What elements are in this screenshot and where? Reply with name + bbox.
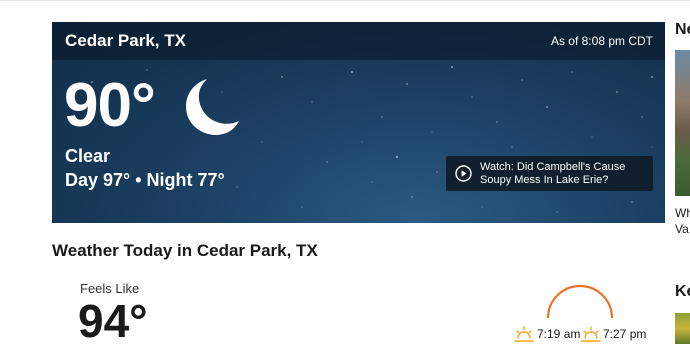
sidebar-news-thumbnail[interactable] [675,50,690,196]
weather-today-heading: Weather Today in Cedar Park, TX [52,241,318,260]
feels-like-label: Feels Like [80,281,140,296]
current-temperature: 90° [64,71,156,140]
sidebar-section-thumbnail[interactable] [675,313,690,344]
condition-text: Clear [65,146,111,166]
top-divider [0,0,690,1]
sidebar-news-headline-line-1: Wh [675,206,690,220]
play-icon [455,165,472,182]
video-promo-card[interactable]: Watch: Did Campbell's Cause Soupy Mess I… [446,156,653,191]
sidebar-news-heading: Ne [675,21,690,38]
moon-icon [185,79,239,135]
sun-arc-icon [546,284,614,319]
sunset-icon [581,326,601,342]
location-title: Cedar Park, TX [65,31,186,50]
day-night-temps: Day 97° • Night 77° [65,170,225,190]
video-title-line-1: Watch: Did Campbell's Cause [480,161,626,173]
sidebar-section-heading: Ke [675,283,690,300]
sunrise-icon [514,326,534,342]
sunset-time: 7:27 pm [603,327,647,341]
feels-like-value: 94° [78,295,148,344]
sidebar-news-headline-line-2: Va [675,222,689,236]
video-title: Watch: Did Campbell's Cause Soupy Mess I… [480,161,625,187]
sunrise-time: 7:19 am [537,327,581,341]
video-title-line-2: Soupy Mess In Lake Erie? [480,174,609,186]
observation-timestamp: As of 8:08 pm CDT [550,34,653,48]
current-conditions-card: Cedar Park, TX As of 8:08 pm CDT 90° Cle… [52,22,665,223]
sidebar-news-headline[interactable]: Wh Va [675,205,690,237]
